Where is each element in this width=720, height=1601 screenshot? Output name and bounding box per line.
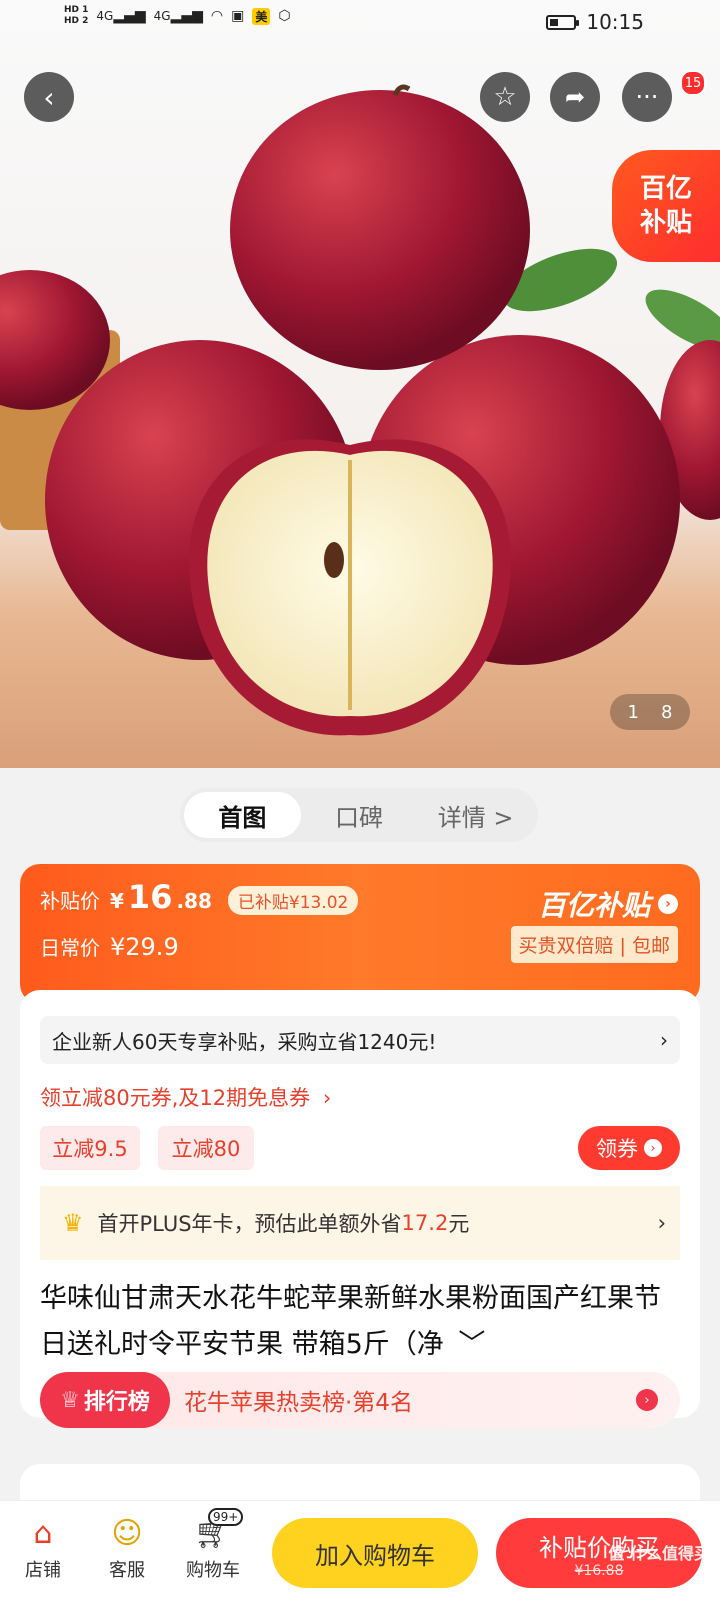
wifi-icon: ◠ [210,8,224,24]
message-count-badge: 15 [680,70,706,96]
regular-price: ¥29.9 [110,933,179,961]
status-right: 10:15 [546,10,644,34]
watermark: 值 什么值得买 [608,1544,710,1563]
enterprise-subsidy-banner[interactable]: 企业新人60天专享补贴，采购立省1240元! › [40,1016,680,1064]
battery-icon [546,14,580,30]
favorite-button[interactable]: ☆ [480,72,530,122]
chevron-right-icon: › [644,1139,662,1157]
buy-price: ¥16.88 [574,1562,624,1579]
product-image-carousel[interactable] [0,0,720,768]
subsidy-tag-line1: 百亿 [639,174,692,204]
net1-label: 4G [96,9,114,23]
ranking-bar[interactable]: ♕ 排行榜 花牛苹果热卖榜·第4名 › [40,1372,680,1428]
hd-indicator: HD 1 HD 2 [64,5,88,27]
hand-icon: ⬡ [278,8,291,24]
hd1-label: HD 1 [64,5,89,15]
subsidy-price-row: 补贴价 ¥ 16 .88 已补贴¥13.02 [40,878,359,916]
chevron-right-icon: › [657,1211,666,1235]
subsidy-brand-text: 百亿补贴 [537,889,650,922]
apple-product-image [0,84,720,736]
share-button[interactable]: ➦ [550,72,600,122]
net2-label: 4G [153,9,171,23]
ranking-badge-label: 排行榜 [83,1390,150,1415]
coupon-info-text: 领立减80元券,及12期免息券 [40,1086,311,1110]
service-icon: ☺ [111,1515,143,1551]
plus-text: 首开PLUS年卡，预估此单额外省 [97,1212,402,1236]
battery-fill [550,18,559,26]
regular-price-row: 日常价 ¥29.9 [40,932,179,961]
status-left: HD 1 HD 2 4G▂▄▆ 4G▂▄▆ ◠ ▣ 美 ⬡ [64,5,291,27]
subsidy-price-dec: .88 [176,889,212,913]
guarantee-badge: 买贵双倍赔 | 包邮 [510,926,678,963]
subsidy-brand-link[interactable]: 百亿补贴 › [538,884,678,924]
content-tabs: 首图 口碑 详情 > [180,788,538,842]
coupon-info-link[interactable]: 领立减80元券,及12期免息券 › [40,1082,331,1112]
plus-membership-bar[interactable]: ♛ 首开PLUS年卡，预估此单额外省 17.2 元 › [40,1186,680,1260]
customer-service-button[interactable]: ☺ 客服 [92,1510,162,1582]
plus-unit: 元 [448,1212,470,1236]
store-label: 店铺 [25,1560,61,1581]
store-icon: ⌂ [33,1515,53,1551]
status-bar: HD 1 HD 2 4G▂▄▆ 4G▂▄▆ ◠ ▣ 美 ⬡ 10:15 [0,0,720,48]
plus-amount: 17.2 [401,1211,449,1235]
add-to-cart-button[interactable]: 加入购物车 [272,1518,478,1588]
chevron-left-icon: ‹ [43,80,55,114]
clock: 10:15 [586,10,644,34]
product-title-text: 华味仙甘肃天水花牛蛇苹果新鲜水果粉面国产红果节日送礼时令平安节果 带箱5斤（净 [40,1283,661,1360]
tab-details[interactable]: 详情 > [417,792,534,838]
hd2-label: HD 2 [64,16,89,26]
subsidy-tag: 百亿 补贴 [612,150,720,262]
tab-main-image[interactable]: 首图 [184,792,301,838]
chevron-down-icon: ﹀ [458,1329,486,1360]
price-card: 补贴价 ¥ 16 .88 已补贴¥13.02 日常价 ¥29.9 百亿补贴 › … [20,864,700,1004]
service-label: 客服 [109,1560,145,1581]
crown-icon: ♛ [62,1209,84,1237]
chevron-right-icon: › [658,894,678,914]
store-button[interactable]: ⌂ 店铺 [8,1510,78,1582]
cart-label: 购物车 [186,1560,240,1581]
image-page-indicator: 1 8 [610,694,690,730]
chevron-right-icon: › [660,1028,668,1052]
more-button[interactable]: ··· [622,72,672,122]
ranking-badge: ♕ 排行榜 [40,1372,170,1428]
claim-coupon-button[interactable]: 领券 › [578,1126,680,1170]
cart-count-badge: 99+ [208,1508,244,1526]
back-button[interactable]: ‹ [24,72,74,122]
saved-amount-badge: 已补贴¥13.02 [227,886,359,915]
trophy-icon: ♕ [60,1387,80,1413]
app-notification-icon: 美 [252,7,271,25]
subsidy-tag-line2: 补贴 [639,208,692,238]
ranking-text: 花牛苹果热卖榜·第4名 [184,1390,413,1416]
gift-icon: ▣ [231,8,245,24]
chevron-right-icon: › [322,1086,332,1110]
signal-icon-2: 4G▂▄▆ [153,8,203,24]
share-icon: ➦ [564,83,586,111]
signal-icon-1: 4G▂▄▆ [96,8,146,24]
subsidy-price-int: 16 [127,878,173,916]
claim-coupon-label: 领券 [596,1137,638,1161]
discount-chip-1[interactable]: 立减9.5 [40,1126,140,1170]
chevron-right-icon: › [636,1389,658,1411]
tab-reviews[interactable]: 口碑 [301,792,418,838]
discount-chip-2[interactable]: 立减80 [158,1126,254,1170]
page-current: 1 [627,701,639,723]
page-total: 8 [661,701,673,723]
enterprise-banner-text: 企业新人60天专享补贴，采购立省1240元! [52,1029,437,1054]
more-dots-icon: ··· [635,83,659,111]
currency-symbol: ¥ [110,889,124,913]
product-title[interactable]: 华味仙甘肃天水花牛蛇苹果新鲜水果粉面国产红果节日送礼时令平安节果 带箱5斤（净 … [40,1276,682,1368]
star-icon: ☆ [493,82,517,112]
subsidy-price-label: 补贴价 [40,889,100,913]
regular-price-label: 日常价 [40,936,100,960]
